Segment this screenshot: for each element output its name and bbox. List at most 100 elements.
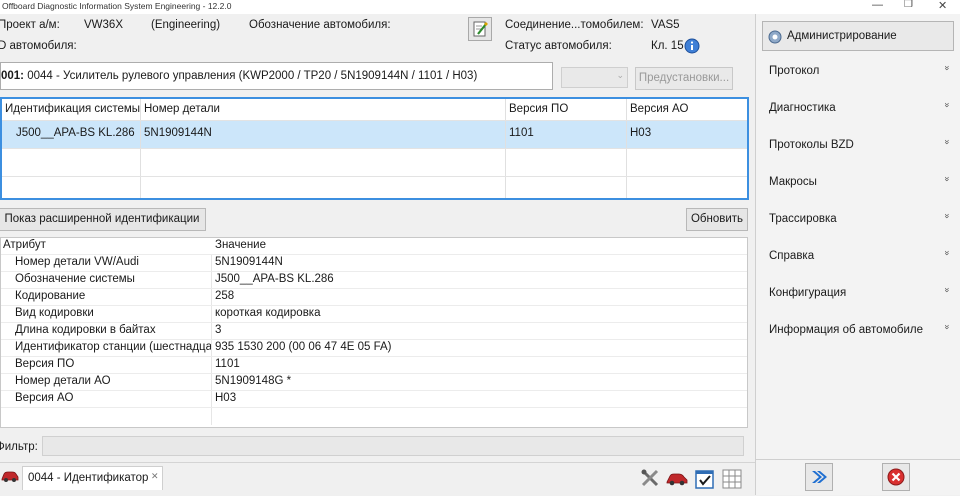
table-header-row: Идентификация системы Номер детали Верси… [2,99,747,121]
column-header[interactable]: Версия АО [627,99,747,120]
table-view-button[interactable] [721,468,743,490]
chevron-down-icon: » [942,102,953,108]
menu-item-tracing[interactable]: Трассировка » [760,211,956,229]
table-row[interactable]: Вид кодировки короткая кодировка [1,306,747,323]
extended-id-button[interactable]: Показ расширенной идентификации [0,208,206,231]
column-header[interactable]: Номер детали [141,99,506,120]
menu-item-label: Протоколы BZD [769,139,854,151]
column-divider [211,306,212,322]
status-label: Статус автомобиля: [505,40,612,52]
attribute-cell: Версия ПО [15,358,75,370]
filter-input[interactable] [42,436,744,456]
table-row[interactable]: Номер детали АО 5N1909148G * [1,374,747,391]
divider [756,459,960,460]
menu-item-help[interactable]: Справка » [760,248,956,266]
admin-gear-icon [768,30,782,44]
checklist-button[interactable] [694,468,716,490]
attribute-cell: Номер детали VW/Audi [15,256,139,268]
vehicle-id-label: D автомобиля: [0,40,77,52]
grid-icon [722,469,742,489]
table-row[interactable]: Длина кодировки в байтах 3 [1,323,747,340]
checkbox-icon [695,470,714,489]
menu-item-vehicle-info[interactable]: Информация об автомобиле » [760,322,956,340]
table-row[interactable] [1,408,747,425]
table-cell [506,149,627,176]
column-divider [211,408,212,425]
value-cell: 935 1530 200 (00 06 47 4E 05 FA) [215,341,392,353]
table-cell [141,149,506,176]
tools-button[interactable] [640,468,660,488]
attribute-cell: Идентификатор станции (шестнадцатеричный… [15,341,211,353]
ecu-description: 0044 - Усилитель рулевого управления (KW… [24,70,478,82]
administration-label: Администрирование [787,30,897,42]
info-button[interactable] [684,38,700,54]
chevron-down-icon: » [942,287,953,293]
ecu-combo[interactable]: ⌄ [561,67,628,88]
forward-button[interactable] [805,463,833,491]
project-label: Проект а/м: [0,19,60,31]
table-row[interactable]: Идентификатор станции (шестнадцатеричный… [1,340,747,357]
table-cell [2,177,141,198]
mode-label: (Engineering) [151,19,221,31]
system-table[interactable]: Идентификация системы Номер детали Верси… [0,97,749,200]
column-divider [211,255,212,271]
menu-item-diagnostics[interactable]: Диагностика » [760,100,956,118]
table-row[interactable]: Обозначение системы J500__APA-BS KL.286 [1,272,747,289]
table-row[interactable]: Версия АО H03 [1,391,747,408]
tab-close-icon[interactable]: ✕ [151,471,159,482]
menu-item-macros[interactable]: Макросы » [760,174,956,192]
value-cell: 5N1909148G * [215,375,292,387]
attribute-cell: Обозначение системы [15,273,135,285]
table-row[interactable]: Версия ПО 1101 [1,357,747,374]
table-cell: 1101 [506,121,627,148]
menu-item-label: Протокол [769,65,820,77]
attribute-header[interactable]: Атрибут [3,239,199,251]
edit-document-button[interactable] [468,17,492,41]
minimize-button[interactable]: — [872,0,883,11]
ecu-address: 001: [1,70,25,82]
value-cell: 1101 [215,358,240,370]
table-row[interactable]: Номер детали VW/Audi 5N1909144N [1,255,747,272]
table-cell: 5N1909144N [141,121,506,148]
window-title: Offboard Diagnostic Information System E… [2,1,232,11]
cancel-button[interactable] [882,463,910,491]
filter-label: Фильтр: [0,441,38,453]
refresh-button[interactable]: Обновить [686,208,748,231]
menu-item-bzd-protocols[interactable]: Протоколы BZD » [760,137,956,155]
vehicle-button[interactable] [665,470,689,488]
table-cell: H03 [630,127,652,139]
attribute-cell: Номер детали АО [15,375,111,387]
menu-item-configuration[interactable]: Конфигурация » [760,285,956,303]
tab-identification[interactable]: 0044 - Идентификатор ✕ [22,466,163,490]
project-value: VW36X [84,19,123,31]
column-divider [211,340,212,356]
value-header[interactable]: Значение [215,239,266,251]
value-cell: короткая кодировка [215,307,321,319]
column-divider [211,374,212,390]
tools-icon [641,469,659,487]
close-window-button[interactable]: ✕ [938,0,947,12]
administration-button[interactable]: Администрирование [762,21,954,51]
forward-icon [812,471,827,483]
table-row[interactable] [2,149,747,177]
menu-item-label: Макросы [769,176,817,188]
table-cell [506,177,627,198]
info-icon [684,38,700,54]
table-row[interactable] [2,177,747,198]
table-cell: J500__APA-BS KL.286 [2,121,141,148]
menu-item-label: Справка [769,250,815,262]
menu-item-label: Информация об автомобиле [769,324,923,336]
table-row[interactable]: J500__APA-BS KL.286 5N1909144N 1101 H03 [2,121,747,149]
presets-button[interactable]: Предустановки... [635,67,733,90]
table-row[interactable]: Кодирование 258 [1,289,747,306]
menu-item-protocol[interactable]: Протокол » [760,63,956,81]
restore-button[interactable]: ❐ [904,0,913,10]
table-header-row: Атрибут Значение [1,238,747,255]
connection-value: VAS5 [651,19,680,31]
car-icon [666,473,688,486]
chevron-down-icon: ⌄ [616,70,624,80]
column-header[interactable]: Версия ПО [506,99,627,120]
column-header[interactable]: Идентификация системы [2,99,141,120]
attribute-table[interactable]: Атрибут Значение Номер детали VW/Audi 5N1… [0,237,748,428]
chevron-down-icon: » [942,324,953,330]
